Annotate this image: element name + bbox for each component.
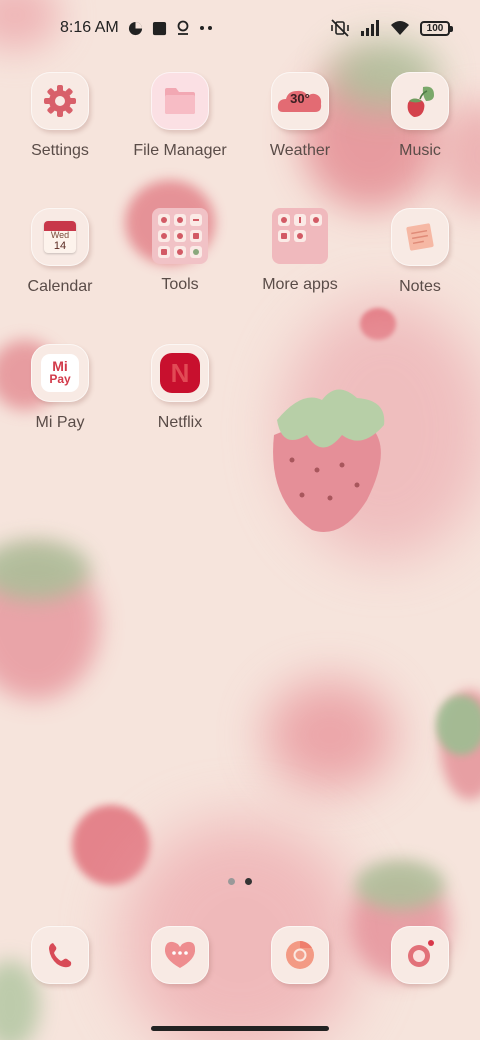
browser-tile — [271, 926, 329, 984]
folder-grid-icon — [278, 214, 322, 242]
dock-phone[interactable] — [0, 926, 120, 986]
mute-vibrate-icon — [331, 19, 349, 37]
dock-camera[interactable] — [360, 926, 480, 986]
mi-pay-logo-line2: Pay — [49, 372, 71, 386]
battery-icon: 100 — [420, 20, 453, 36]
file-manager-tile — [151, 72, 209, 130]
wallpaper-leaf — [355, 860, 445, 910]
app-label: Mi Pay — [35, 414, 85, 431]
app-label: Notes — [399, 278, 441, 295]
folder-grid-icon — [158, 214, 202, 258]
status-bar: 8:16 AM 100 — [0, 0, 480, 56]
netflix-tile: N — [151, 344, 209, 402]
square-icon — [152, 21, 166, 35]
page-dot[interactable] — [228, 878, 235, 885]
mi-pay-logo: Mi Pay — [41, 354, 79, 392]
app-label: Netflix — [157, 414, 203, 431]
app-notes[interactable]: Notes — [360, 208, 480, 344]
app-label: Music — [399, 142, 441, 159]
phone-icon — [49, 943, 72, 968]
wifi-icon — [391, 21, 409, 35]
mi-pay-tile: Mi Pay — [31, 344, 89, 402]
app-row: Mi Pay Mi Pay N Netflix — [0, 344, 480, 480]
settings-tile — [31, 72, 89, 130]
app-row: Settings File Manager 30° Weather Music — [0, 72, 480, 208]
app-weather[interactable]: 30° Weather — [240, 72, 360, 208]
app-mi-pay[interactable]: Mi Pay Mi Pay — [0, 344, 120, 480]
app-label: File Manager — [133, 142, 227, 159]
dock-messages[interactable] — [120, 926, 240, 986]
app-label: Settings — [31, 142, 89, 159]
page-indicator[interactable] — [0, 878, 480, 885]
dock — [0, 926, 480, 986]
folder-icon — [165, 88, 195, 114]
tools-folder-tile — [152, 208, 208, 264]
app-label: More apps — [262, 276, 338, 293]
dock-browser[interactable] — [240, 926, 360, 986]
weather-tile: 30° — [271, 72, 329, 130]
more-apps-folder-tile — [272, 208, 328, 264]
gear-icon — [44, 85, 76, 117]
wallpaper-leaf — [436, 695, 480, 755]
camera-tile — [391, 926, 449, 984]
more-dots-icon — [199, 26, 212, 30]
data-saver-icon — [128, 21, 142, 35]
battery-level: 100 — [426, 22, 444, 34]
wallpaper-heart — [265, 680, 395, 790]
app-grid: Settings File Manager 30° Weather Music … — [0, 72, 480, 480]
status-time: 8:16 AM — [60, 19, 119, 36]
netflix-logo-glyph: N — [170, 357, 190, 388]
app-row: Wed 14 Calendar Tools More apps Notes — [0, 208, 480, 344]
phone-tile — [31, 926, 89, 984]
weather-temp: 30° — [290, 91, 310, 106]
sticky-note-icon — [406, 223, 434, 251]
page-dot-active[interactable] — [245, 878, 252, 885]
messages-tile — [151, 926, 209, 984]
calendar-day-name: Wed — [50, 230, 70, 240]
app-file-manager[interactable]: File Manager — [120, 72, 240, 208]
camera-icon — [408, 940, 434, 967]
app-music[interactable]: Music — [360, 72, 480, 208]
app-calendar[interactable]: Wed 14 Calendar — [0, 208, 120, 344]
message-heart-icon — [164, 941, 196, 968]
notes-tile — [391, 208, 449, 266]
folder-more-apps[interactable]: More apps — [240, 208, 360, 344]
app-label: Weather — [269, 142, 331, 159]
netflix-logo: N — [160, 353, 200, 393]
calendar-tile: Wed 14 — [31, 208, 89, 266]
strawberry-music-icon — [407, 86, 434, 117]
wallpaper-heart — [72, 805, 150, 885]
app-settings[interactable]: Settings — [0, 72, 120, 208]
app-netflix[interactable]: N Netflix — [120, 344, 240, 480]
calendar-icon: Wed 14 — [44, 221, 76, 253]
chrome-icon — [286, 941, 314, 969]
app-label: Calendar — [27, 278, 93, 295]
signal-icon — [361, 20, 379, 36]
folder-tools[interactable]: Tools — [120, 208, 240, 344]
gesture-home-bar[interactable] — [151, 1026, 329, 1031]
app-label: Tools — [161, 276, 199, 293]
location-icon — [177, 20, 189, 35]
music-tile — [391, 72, 449, 130]
calendar-day-number: 14 — [53, 240, 67, 252]
